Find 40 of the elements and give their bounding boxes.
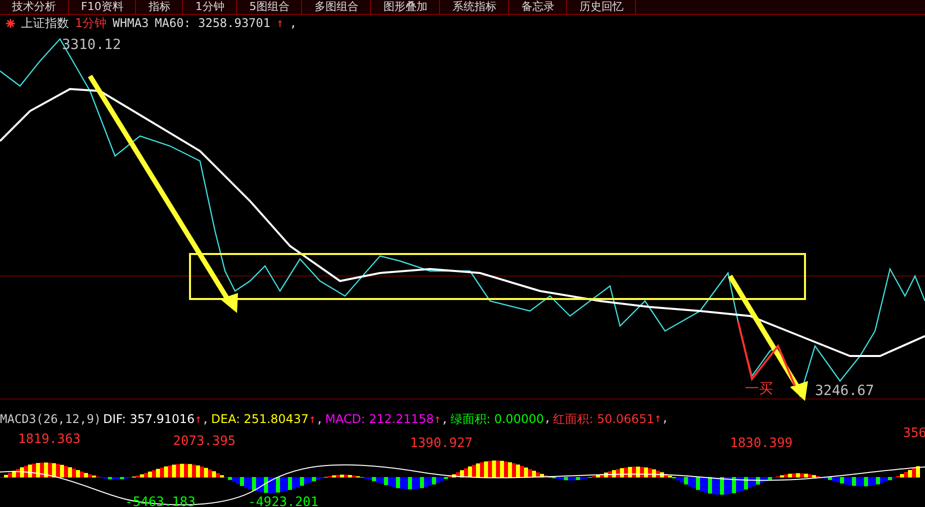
toolbar-tab[interactable]: 5图组合 <box>237 0 302 14</box>
toolbar-tab[interactable]: 指标 <box>136 0 184 14</box>
toolbar-tab[interactable]: 图形叠加 <box>371 0 440 14</box>
up-arrow: ↑ <box>654 410 662 426</box>
price-annotation: 3246.67 <box>815 383 874 399</box>
macd-value: MACD: 212.21158 <box>325 412 434 426</box>
indicator-name: WHMA3 <box>112 16 149 30</box>
toolbar-tab[interactable]: 1分钟 <box>183 0 238 14</box>
up-arrow: ↑ <box>276 16 284 30</box>
up-arrow: ↑ <box>194 412 202 426</box>
toolbar-tab[interactable]: 系统指标 <box>440 0 510 14</box>
macd-label: 1390.927 <box>410 436 473 451</box>
toolbar-tab[interactable]: F10资料 <box>69 0 136 14</box>
symbol-name: 上证指数 <box>21 14 69 32</box>
up-arrow: ↑ <box>308 412 316 426</box>
toolbar-tab[interactable]: 历史回忆 <box>567 0 636 14</box>
price-annotation: 3310.12 <box>62 37 122 53</box>
price-annotation: 一买 <box>745 381 773 397</box>
macd-label: -4923.201 <box>248 495 318 507</box>
separator: , <box>661 410 669 426</box>
separator: , <box>290 16 297 30</box>
macd-value: DIF: 357.91016 <box>103 412 195 426</box>
macd-name: MACD3(26,12,9) <box>0 412 102 426</box>
ma-value: MA60: 3258.93701 <box>154 16 270 30</box>
up-arrow: ↑ <box>434 412 442 426</box>
asterisk-icon <box>6 18 15 28</box>
separator: , <box>316 412 324 426</box>
separator: , <box>202 412 210 426</box>
macd-value: 绿面积: 0.00000 <box>450 410 544 428</box>
period-label: 1分钟 <box>75 14 107 32</box>
separator: , <box>441 412 448 426</box>
toolbar-tab[interactable]: 多图组合 <box>302 0 372 14</box>
toolbar-tab[interactable]: 技术分析 <box>0 0 69 14</box>
separator: , <box>544 410 552 426</box>
macd-label: 1830.399 <box>730 436 793 451</box>
macd-label: 1819.363 <box>18 432 81 447</box>
macd-value: DEA: 251.80437 <box>211 412 309 426</box>
toolbar-tab[interactable]: 备忘录 <box>509 0 568 14</box>
macd-value: 红面积: 50.06651 <box>553 410 654 428</box>
macd-label: 2073.395 <box>173 434 236 449</box>
